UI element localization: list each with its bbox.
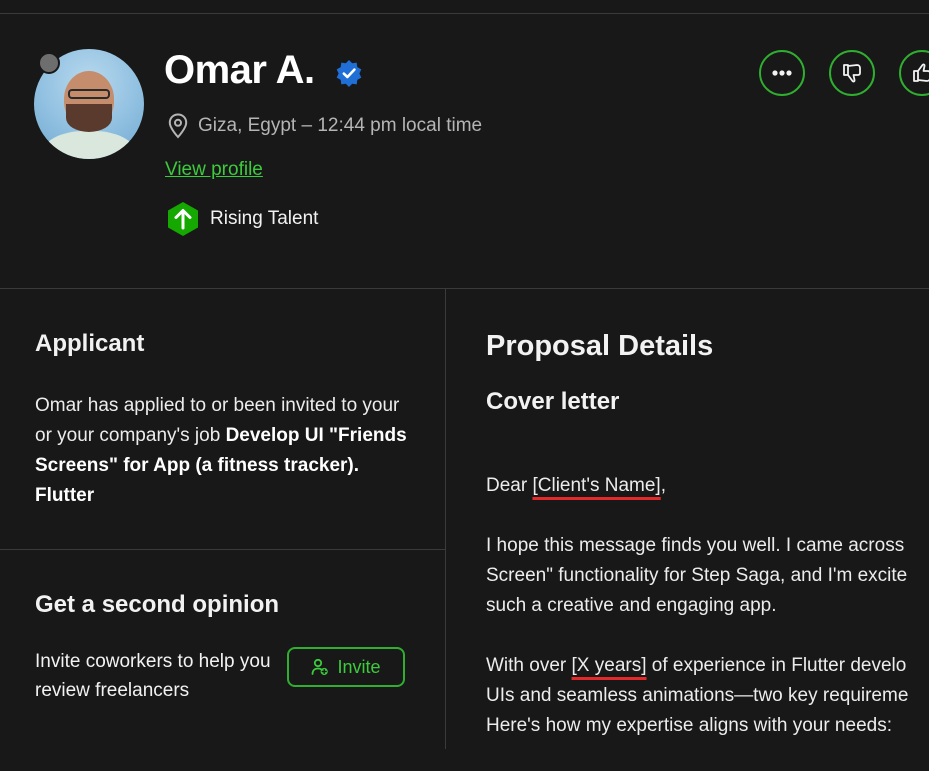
freelancer-name: Omar A. <box>164 48 315 92</box>
p2-pre: With over <box>486 655 572 676</box>
p2-post: of experience in Flutter develo <box>646 655 907 676</box>
more-icon <box>772 70 792 76</box>
client-name-placeholder: [Client's Name] <box>532 475 661 496</box>
cover-letter-body: Dear [Client's Name], I hope this messag… <box>486 471 929 771</box>
cover-letter-heading: Cover letter <box>486 388 620 415</box>
paragraph-2: With over [X years] of experience in Flu… <box>486 651 929 741</box>
more-options-button[interactable] <box>759 50 805 96</box>
proposal-heading: Proposal Details <box>486 330 714 362</box>
invite-button-label: Invite <box>337 656 381 677</box>
offline-status-dot <box>38 52 60 74</box>
applicant-description: Omar has applied to or been invited to y… <box>35 391 415 511</box>
greeting-line: Dear [Client's Name], <box>486 471 929 501</box>
rising-talent-badge: Rising Talent <box>164 200 318 238</box>
p2-line-2: UIs and seamless animations—two key requ… <box>486 685 909 706</box>
thumbs-up-icon <box>913 63 929 82</box>
greeting-pre: Dear <box>486 475 533 496</box>
add-person-icon <box>312 658 329 676</box>
location-pin-icon <box>168 113 188 139</box>
p1-line-1: I hope this message finds you well. I ca… <box>486 535 905 556</box>
invite-button[interactable]: Invite <box>287 647 405 687</box>
verified-icon <box>336 60 362 87</box>
view-profile-link[interactable]: View profile <box>165 159 263 181</box>
thumbs-down-button[interactable] <box>829 50 875 96</box>
rising-talent-icon <box>168 202 198 236</box>
p1-line-3: such a creative and engaging app. <box>486 595 777 616</box>
paragraph-1: I hope this message finds you well. I ca… <box>486 531 929 621</box>
invite-description: Invite coworkers to help you review free… <box>35 651 271 701</box>
column-divider <box>445 289 446 749</box>
second-opinion-heading: Get a second opinion <box>35 591 280 618</box>
greeting-post: , <box>660 475 666 496</box>
location-line: Giza, Egypt – 12:44 pm local time <box>168 113 482 139</box>
badge-label: Rising Talent <box>210 208 319 229</box>
applicant-heading: Applicant <box>35 330 145 357</box>
section-divider <box>0 288 929 289</box>
p1-line-2: Screen" functionality for Step Saga, and… <box>486 565 908 586</box>
years-placeholder: [X years] <box>571 655 647 676</box>
thumbs-up-button[interactable] <box>899 50 929 96</box>
sidebar-divider <box>0 549 445 550</box>
location-text: Giza, Egypt – 12:44 pm local time <box>198 115 483 136</box>
profile-header: Omar A. Giza, Egypt – 12:44 pm local tim… <box>0 14 929 288</box>
thumbs-down-icon <box>843 64 861 83</box>
p2-line-3: Here's how my expertise aligns with your… <box>486 715 892 736</box>
